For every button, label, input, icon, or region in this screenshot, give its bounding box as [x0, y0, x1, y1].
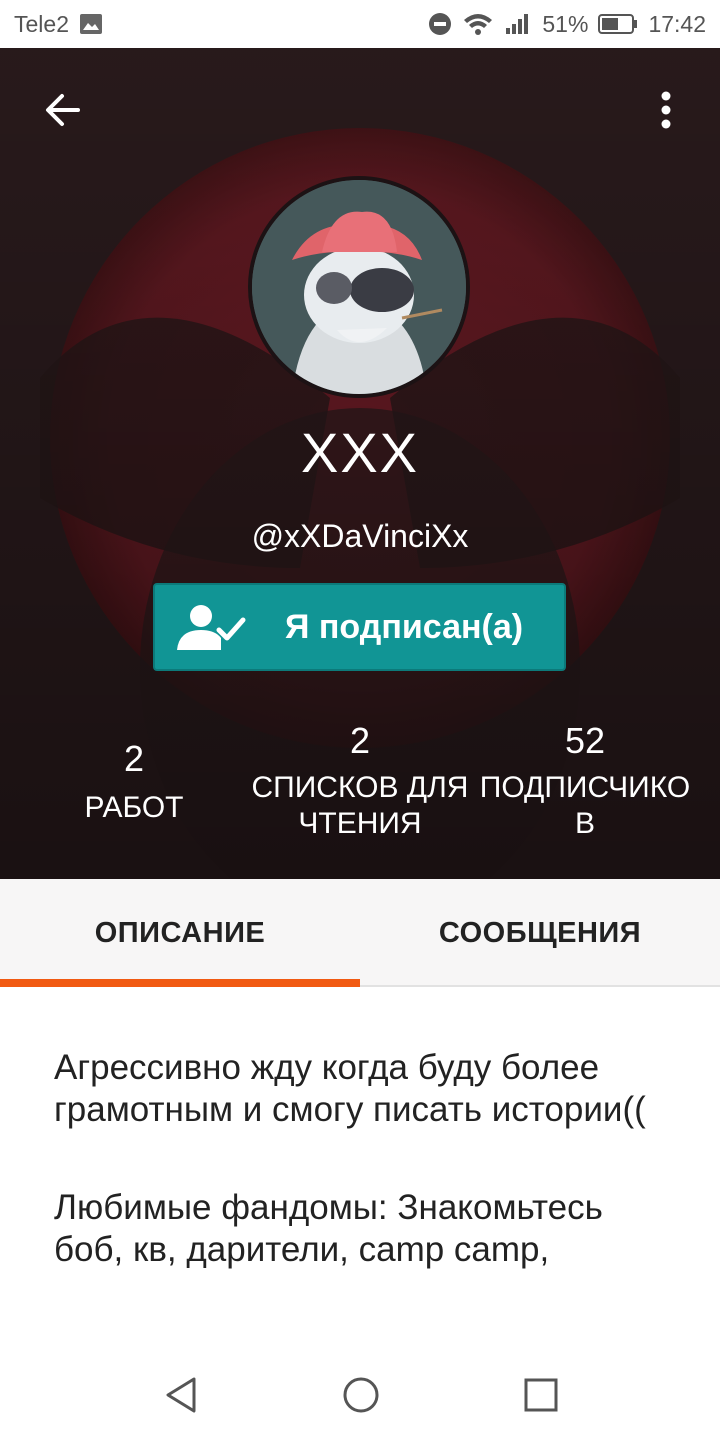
image-notification-icon	[79, 13, 103, 35]
tab-description[interactable]: ОПИСАНИЕ	[0, 879, 360, 987]
profile-header: XXX @xXDaVinciXx Я подписан(а) 2 РАБОТ 2…	[0, 48, 720, 879]
triangle-back-icon	[166, 1377, 196, 1413]
avatar[interactable]	[248, 176, 470, 398]
stat-works[interactable]: 2 РАБОТ	[60, 738, 208, 826]
description-paragraph: Агрессивно жду когда буду более грамотны…	[54, 1048, 646, 1129]
stat-followers-label-line2: В	[574, 807, 595, 840]
back-button[interactable]	[32, 80, 92, 140]
do-not-disturb-icon	[428, 12, 452, 36]
profile-tabs: ОПИСАНИЕ СООБЩЕНИЯ	[0, 879, 720, 987]
status-bar: Tele2 51% 17:42	[0, 0, 720, 48]
more-options-button[interactable]	[636, 80, 696, 140]
nav-back-button[interactable]	[158, 1372, 204, 1418]
battery-icon	[598, 13, 638, 35]
tab-messages[interactable]: СООБЩЕНИЯ	[360, 879, 720, 987]
following-button-label: Я подписан(а)	[285, 607, 524, 646]
profile-name: XXX	[300, 421, 420, 484]
nav-home-button[interactable]	[338, 1372, 384, 1418]
stat-reading-lists-label-line1: СПИСКОВ ДЛЯ	[251, 771, 469, 804]
stat-works-label: РАБОТ	[84, 791, 184, 824]
stat-reading-lists-value: 2	[349, 720, 371, 761]
system-navigation-bar	[0, 1350, 720, 1440]
description-paragraph: Любимые фандомы: Знакомьтесь боб, кв, да…	[54, 1188, 603, 1269]
wifi-icon	[462, 12, 494, 36]
circle-home-icon	[343, 1377, 379, 1413]
description-panel: Агрессивно жду когда буду более грамотны…	[0, 989, 720, 1350]
profile-handle: @xXDaVinciXx	[251, 518, 469, 554]
clock: 17:42	[648, 10, 706, 37]
stat-followers-label-line1: ПОДПИСЧИКО	[479, 771, 691, 804]
signal-icon	[504, 12, 532, 36]
nav-recents-button[interactable]	[518, 1372, 564, 1418]
more-vertical-icon	[661, 91, 671, 129]
user-check-icon	[177, 605, 246, 650]
battery-percent: 51%	[542, 10, 589, 37]
stat-reading-lists[interactable]: 2 СПИСКОВ ДЛЯ ЧТЕНИЯ	[240, 720, 480, 842]
stat-followers-value: 52	[564, 720, 606, 761]
stat-works-value: 2	[123, 738, 145, 779]
square-recents-icon	[524, 1378, 558, 1412]
carrier-label: Tele2	[14, 10, 69, 37]
stat-followers[interactable]: 52 ПОДПИСЧИКО В	[470, 720, 700, 842]
stat-reading-lists-label-line2: ЧТЕНИЯ	[298, 807, 422, 840]
following-button[interactable]: Я подписан(а)	[153, 583, 566, 671]
arrow-left-icon	[46, 94, 80, 126]
avatar-image	[252, 180, 466, 394]
